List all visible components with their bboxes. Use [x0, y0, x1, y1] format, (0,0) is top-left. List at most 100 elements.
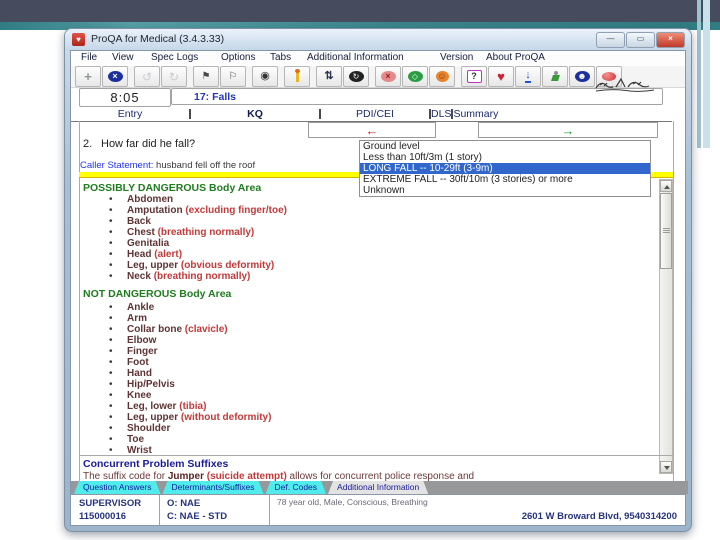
case-timer: 8:05	[79, 88, 171, 107]
undo-icon[interactable]: ↺	[134, 66, 160, 87]
slide-right-stripe	[697, 0, 701, 148]
ink-doodle-icon	[595, 77, 655, 92]
body-area-item: Elbow	[79, 335, 271, 346]
caller-statement: Caller Statement: husband fell off the r…	[80, 160, 255, 171]
scroll-down-icon[interactable]	[660, 461, 672, 473]
section-divider	[79, 455, 673, 456]
toolbar: + × ↺ ↻ ⚑ ⚐ ◉ ⇅ ↻ × ◇ ☺ ? ♥ ↓ ☻	[71, 66, 685, 88]
body-area-item: Hip/Pelvis	[79, 379, 271, 390]
candle-icon[interactable]	[284, 66, 310, 87]
case-number: 115000016	[79, 511, 127, 522]
redo-icon[interactable]: ↻	[161, 66, 187, 87]
sort-icon[interactable]: ⇅	[316, 66, 342, 87]
tab-entry[interactable]: Entry	[71, 108, 189, 120]
next-question-button[interactable]: →	[478, 122, 658, 138]
body-area-item: Leg, upper (obvious deformity)	[79, 260, 287, 271]
help-icon[interactable]: ?	[461, 66, 487, 87]
forward-arrow-icon: →	[561, 122, 575, 138]
tab-determinants-suffixes[interactable]: Determinants/Suffixes	[163, 481, 264, 494]
body-area-item: Hand	[79, 368, 271, 379]
menu-item-options[interactable]: Options	[221, 52, 255, 63]
not-dangerous-heading: NOT DANGEROUS Body Area	[83, 288, 232, 300]
menu-item-about-proqa[interactable]: About ProQA	[486, 52, 545, 63]
body-area-item: Arm	[79, 313, 271, 324]
back-arrow-icon: ←	[365, 122, 379, 138]
menu-item-additional-information[interactable]: Additional Information	[307, 52, 404, 63]
answer-list[interactable]: Ground level Less than 10ft/3m (1 story)…	[359, 140, 651, 197]
face-orange-icon[interactable]: ☺	[429, 66, 455, 87]
not-dangerous-list: Ankle Arm Collar bone (clavicle) Elbow F…	[79, 302, 271, 456]
menu-item-spec-logs[interactable]: Spec Logs	[151, 52, 198, 63]
maximize-button[interactable]: ▭	[626, 32, 655, 48]
body-area-item: Toe	[79, 434, 271, 445]
caller-statement-label: Caller Statement:	[80, 160, 154, 171]
suffixes-heading: Concurrent Problem Suffixes	[83, 458, 229, 470]
minimize-button[interactable]: —	[596, 32, 625, 48]
recycle-icon[interactable]: ◇	[402, 66, 428, 87]
body-area-item: Back	[79, 216, 287, 227]
menu-item-view[interactable]: View	[112, 52, 134, 63]
status-divider	[159, 495, 160, 525]
operator-name: SUPERVISOR	[79, 498, 142, 509]
answer-option[interactable]: Ground level	[360, 141, 650, 152]
incident-address: 2601 W Broward Blvd, 9540314200	[521, 511, 677, 522]
menu-item-tabs[interactable]: Tabs	[270, 52, 291, 63]
slide-right-stripe	[703, 0, 710, 148]
body-area-item: Abdomen	[79, 194, 287, 205]
answer-option[interactable]: EXTREME FALL -- 30ft/10m (3 stories) or …	[360, 174, 650, 185]
cancel-icon[interactable]: ×	[102, 66, 128, 87]
main-tabs: Entry KQ PDI/CEI DLS Summary	[71, 106, 672, 122]
fan-icon[interactable]: ×	[375, 66, 401, 87]
body-area-item: Neck (breathing normally)	[79, 271, 287, 282]
body-area-item: Shoulder	[79, 423, 271, 434]
heart-icon[interactable]: ♥	[488, 66, 514, 87]
app-window: ♥ ProQA for Medical (3.4.3.33) — ▭ × Fil…	[64, 28, 692, 532]
previous-question-button[interactable]: ←	[308, 122, 436, 138]
person-icon[interactable]	[542, 66, 568, 87]
pin-icon[interactable]: ↓	[515, 66, 541, 87]
scroll-up-icon[interactable]	[660, 180, 672, 192]
slide-top-banner	[0, 0, 720, 22]
window-title: ProQA for Medical (3.4.3.33)	[91, 33, 225, 45]
add-icon[interactable]: +	[75, 66, 101, 87]
client-area: File View Spec Logs Options Tabs Additio…	[70, 50, 688, 526]
possibly-dangerous-heading: POSSIBLY DANGEROUS Body Area	[83, 182, 262, 194]
scrollbar-thumb[interactable]	[660, 193, 672, 269]
body-area-item: Collar bone (clavicle)	[79, 324, 271, 335]
target-icon[interactable]: ◉	[252, 66, 278, 87]
answer-option-selected[interactable]: LONG FALL -- 10-29ft (3-9m)	[360, 163, 650, 174]
flag-outline-icon[interactable]: ⚐	[220, 66, 246, 87]
menu-bar: File View Spec Logs Options Tabs Additio…	[71, 51, 685, 65]
menu-item-file[interactable]: File	[81, 52, 97, 63]
slide: ♥ ProQA for Medical (3.4.3.33) — ▭ × Fil…	[0, 0, 720, 540]
tab-def-codes[interactable]: Def. Codes	[266, 481, 327, 494]
content-right-border	[673, 121, 674, 482]
menu-item-version[interactable]: Version	[440, 52, 473, 63]
body-area-item: Genitalia	[79, 238, 287, 249]
tab-summary[interactable]: Summary	[453, 108, 498, 120]
body-area-item: Head (alert)	[79, 249, 287, 260]
omega-code: O: NAE	[167, 498, 201, 509]
tab-dls[interactable]: DLS	[431, 108, 451, 120]
patient-summary: 78 year old, Male, Conscious, Breathing	[277, 497, 428, 507]
refresh-icon[interactable]: ↻	[343, 66, 369, 87]
caller-statement-value: husband fell off the roof	[153, 160, 256, 171]
tab-kq[interactable]: KQ	[191, 108, 319, 120]
possibly-dangerous-list: Abdomen Amputation (excluding finger/toe…	[79, 194, 287, 282]
status-divider	[269, 495, 270, 525]
close-button[interactable]: ×	[656, 32, 685, 48]
flag-icon[interactable]: ⚑	[193, 66, 219, 87]
title-bar[interactable]: ♥ ProQA for Medical (3.4.3.33) — ▭ ×	[65, 29, 691, 50]
body-area-item: Knee	[79, 390, 271, 401]
face-blue-icon[interactable]: ☻	[569, 66, 595, 87]
tab-pdi-cei[interactable]: PDI/CEI	[321, 108, 429, 120]
answer-option[interactable]: Less than 10ft/3m (1 story)	[360, 152, 650, 163]
tab-additional-information[interactable]: Additional Information	[328, 481, 428, 494]
vertical-scrollbar[interactable]	[659, 179, 673, 474]
status-bar: SUPERVISOR 115000016 O: NAE C: NAE - STD…	[71, 494, 685, 525]
app-logo-icon: ♥	[72, 33, 85, 46]
window-controls: — ▭ ×	[596, 32, 685, 48]
determinant-code: C: NAE - STD	[167, 511, 228, 522]
answer-option[interactable]: Unknown	[360, 185, 650, 196]
tab-question-answers[interactable]: Question Answers	[74, 481, 161, 494]
